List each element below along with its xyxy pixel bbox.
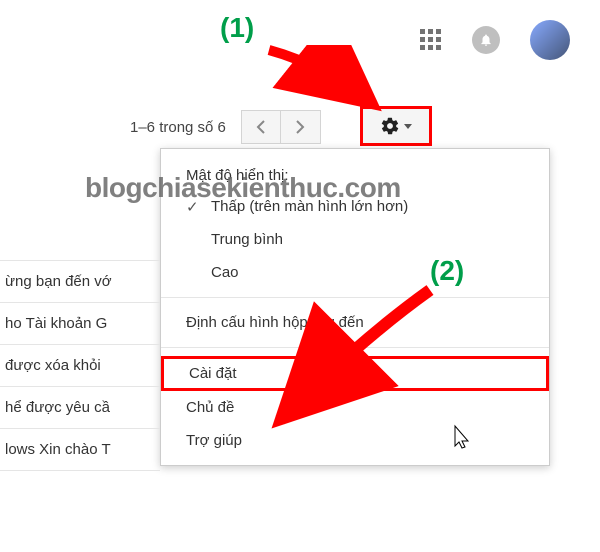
list-item[interactable]: ho Tài khoản G [0, 302, 160, 345]
caret-down-icon [404, 124, 412, 129]
list-item[interactable]: hể được yêu cầ [0, 386, 160, 429]
list-item[interactable]: ừng bạn đến vớ [0, 260, 160, 303]
avatar[interactable] [530, 20, 570, 60]
annotation-step-1: (1) [220, 12, 254, 44]
list-item[interactable]: được xóa khỏi [0, 344, 160, 387]
pointer-cursor-icon [450, 424, 472, 450]
email-list: ừng bạn đến vớ ho Tài khoản G được xóa k… [0, 260, 160, 470]
apps-grid-icon[interactable] [420, 29, 442, 51]
watermark-text: blogchiasekienthuc.com [85, 172, 401, 204]
list-item[interactable]: lows Xin chào T [0, 428, 160, 471]
page-range-text: 1–6 trong số 6 [130, 119, 226, 136]
topbar [420, 20, 570, 60]
notifications-icon[interactable] [472, 26, 500, 54]
density-option-medium[interactable]: Trung bình [161, 223, 549, 256]
arrow-1-icon [264, 45, 404, 125]
arrow-2-icon [220, 280, 440, 450]
